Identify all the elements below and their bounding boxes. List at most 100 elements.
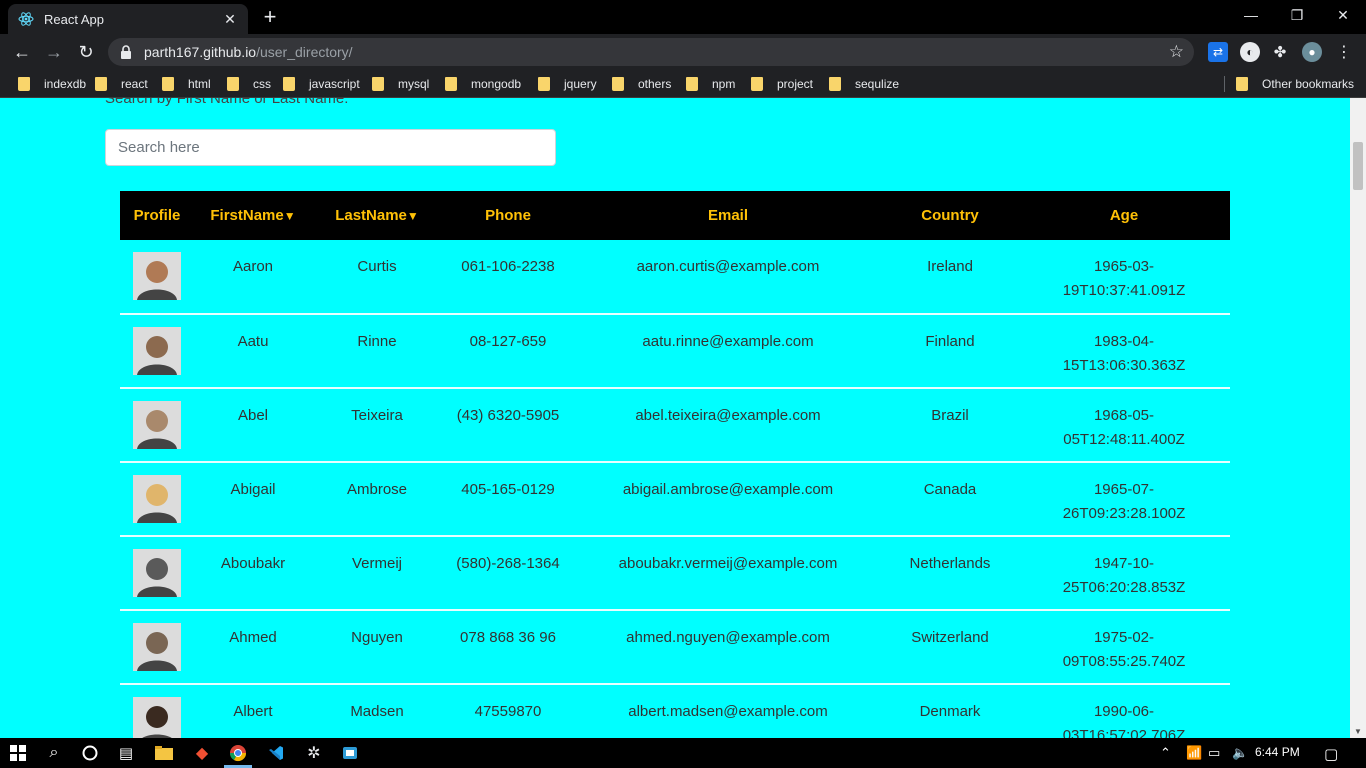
bookmarks-separator xyxy=(1224,76,1225,92)
bookmark-mongodb[interactable]: mongodb xyxy=(445,75,521,93)
search-input[interactable] xyxy=(105,129,556,166)
vscode-icon[interactable] xyxy=(266,743,286,763)
browser-tab[interactable]: React App ✕ xyxy=(8,4,248,34)
bookmark-react[interactable]: react xyxy=(95,75,148,93)
bookmark-javascript[interactable]: javascript xyxy=(283,75,360,93)
age-line: 19T10:37:41.091Z xyxy=(1062,282,1186,299)
taskbar-clock[interactable]: 6:44 PM xyxy=(1255,745,1300,759)
volume-icon[interactable]: 🔈 xyxy=(1232,745,1248,761)
age-line: 09T08:55:25.740Z xyxy=(1062,653,1186,670)
age-cell: 1947-10- 25T06:20:28.853Z xyxy=(1018,536,1230,611)
age-line: 1983-04- xyxy=(1093,333,1155,350)
profile-photo xyxy=(133,252,181,300)
header-firstname-label: FirstName xyxy=(210,207,284,224)
bookmarks-bar: indexdb react html css javascript mysql … xyxy=(0,70,1366,98)
country-cell: Canada xyxy=(882,462,1018,537)
sort-arrow-icon[interactable]: ▼ xyxy=(284,209,296,223)
file-explorer-icon[interactable] xyxy=(154,743,174,763)
windows-start-icon[interactable] xyxy=(8,743,28,763)
age-line: 1990-06- xyxy=(1093,703,1155,720)
bookmark-project[interactable]: project xyxy=(751,75,813,93)
firstname-cell: Aaron xyxy=(194,240,312,315)
user-table: Profile FirstName▼ LastName▼ Phone Email… xyxy=(120,191,1230,738)
forward-icon[interactable]: → xyxy=(42,40,66,64)
menu-kebab-icon[interactable]: ⋮ xyxy=(1334,42,1354,62)
folder-icon xyxy=(372,77,384,91)
bookmark-star-icon[interactable]: ☆ xyxy=(1169,42,1184,62)
country-cell: Ireland xyxy=(882,240,1018,315)
age-cell: 1975-02- 09T08:55:25.740Z xyxy=(1018,610,1230,685)
other-bookmarks[interactable]: Other bookmarks xyxy=(1236,75,1354,93)
table-row: Abigail Ambrose 405-165-0129 abigail.ambros… xyxy=(120,462,1230,537)
tray-chevron-icon[interactable]: ⌃ xyxy=(1160,745,1171,761)
phone-cell: 405-165-0129 xyxy=(442,462,574,537)
restore-icon[interactable]: ❐ xyxy=(1274,0,1320,30)
page-scrollbar[interactable]: ▼ xyxy=(1350,98,1366,738)
chrome-icon[interactable] xyxy=(228,743,248,763)
wifi-icon[interactable]: 📶 xyxy=(1186,745,1202,761)
reload-icon[interactable]: ↻ xyxy=(74,40,98,64)
bookmark-others[interactable]: others xyxy=(612,75,671,93)
country-cell: Denmark xyxy=(882,684,1018,738)
lastname-cell: Vermeij xyxy=(312,536,442,611)
bookmark-npm[interactable]: npm xyxy=(686,75,735,93)
profile-avatar[interactable]: ● xyxy=(1302,42,1322,62)
country-cell: Netherlands xyxy=(882,536,1018,611)
app-icon[interactable] xyxy=(340,743,360,763)
header-email: Email xyxy=(574,191,882,240)
bookmark-indexdb[interactable]: indexdb xyxy=(18,75,86,93)
scroll-down-icon[interactable]: ▼ xyxy=(1354,727,1362,736)
bookmark-css[interactable]: css xyxy=(227,75,271,93)
table-row: Aboubakr Vermeij (580)-268-1364 aboubakr.ve… xyxy=(120,536,1230,611)
header-country: Country xyxy=(882,191,1018,240)
header-lastname[interactable]: LastName▼ xyxy=(312,191,442,240)
cortana-icon[interactable] xyxy=(80,743,100,763)
age-line: 15T13:06:30.363Z xyxy=(1062,357,1186,374)
bookmark-sequlize[interactable]: sequlize xyxy=(829,75,899,93)
country-cell: Finland xyxy=(882,314,1018,389)
profile-photo xyxy=(133,697,181,738)
slack-icon[interactable]: ✲ xyxy=(304,743,324,763)
profile-photo xyxy=(133,549,181,597)
back-icon[interactable]: ← xyxy=(10,40,34,64)
notifications-icon[interactable]: ▢ xyxy=(1324,745,1338,763)
close-tab-icon[interactable]: ✕ xyxy=(222,11,238,28)
table-row: Abel Teixeira (43) 6320-5905 abel.teixeira@… xyxy=(120,388,1230,463)
phone-cell: 078 868 36 96 xyxy=(442,610,574,685)
git-icon[interactable]: ◆ xyxy=(192,743,212,763)
lastname-cell: Ambrose xyxy=(312,462,442,537)
table-row: Aatu Rinne 08-127-659 aatu.rinne@example.co… xyxy=(120,314,1230,389)
bookmark-html[interactable]: html xyxy=(162,75,211,93)
new-tab-icon[interactable]: + xyxy=(258,6,282,28)
email-cell: abigail.ambrose@example.com xyxy=(574,462,882,537)
lastname-cell: Rinne xyxy=(312,314,442,389)
country-cell: Brazil xyxy=(882,388,1018,463)
lock-icon[interactable] xyxy=(120,45,134,59)
profile-cell xyxy=(120,314,194,389)
bookmark-jquery[interactable]: jquery xyxy=(538,75,597,93)
table-row: Aaron Curtis 061-106-2238 aaron.curtis@exam… xyxy=(120,240,1230,315)
header-phone: Phone xyxy=(442,191,574,240)
phone-cell: 061-106-2238 xyxy=(442,240,574,315)
firstname-cell: Ahmed xyxy=(194,610,312,685)
minimize-icon[interactable]: — xyxy=(1228,0,1274,30)
phone-cell: 08-127-659 xyxy=(442,314,574,389)
firstname-cell: Albert xyxy=(194,684,312,738)
extension-icon[interactable]: ⇄ xyxy=(1208,42,1228,62)
search-label: Search by First Name or Last Name: xyxy=(105,98,349,107)
table-row: Ahmed Nguyen 078 868 36 96 ahmed.nguyen@exa… xyxy=(120,610,1230,685)
search-icon[interactable]: ⌕ xyxy=(44,743,64,763)
bookmark-mysql[interactable]: mysql xyxy=(372,75,429,93)
phone-cell: (43) 6320-5905 xyxy=(442,388,574,463)
puzzle-icon[interactable]: ✤ xyxy=(1270,42,1290,62)
sort-arrow-icon[interactable]: ▼ xyxy=(407,209,419,223)
task-view-icon[interactable]: ▤ xyxy=(116,743,136,763)
extension-circle-icon[interactable]: ◐ xyxy=(1240,42,1260,62)
profile-cell xyxy=(120,684,194,738)
scrollbar-thumb[interactable] xyxy=(1353,142,1363,190)
header-firstname[interactable]: FirstName▼ xyxy=(194,191,312,240)
battery-icon[interactable]: ▭ xyxy=(1208,745,1220,761)
close-window-icon[interactable]: ✕ xyxy=(1320,0,1366,30)
address-bar[interactable]: parth167.github.io/user_directory/ ☆ xyxy=(108,38,1194,66)
firstname-cell: Abel xyxy=(194,388,312,463)
